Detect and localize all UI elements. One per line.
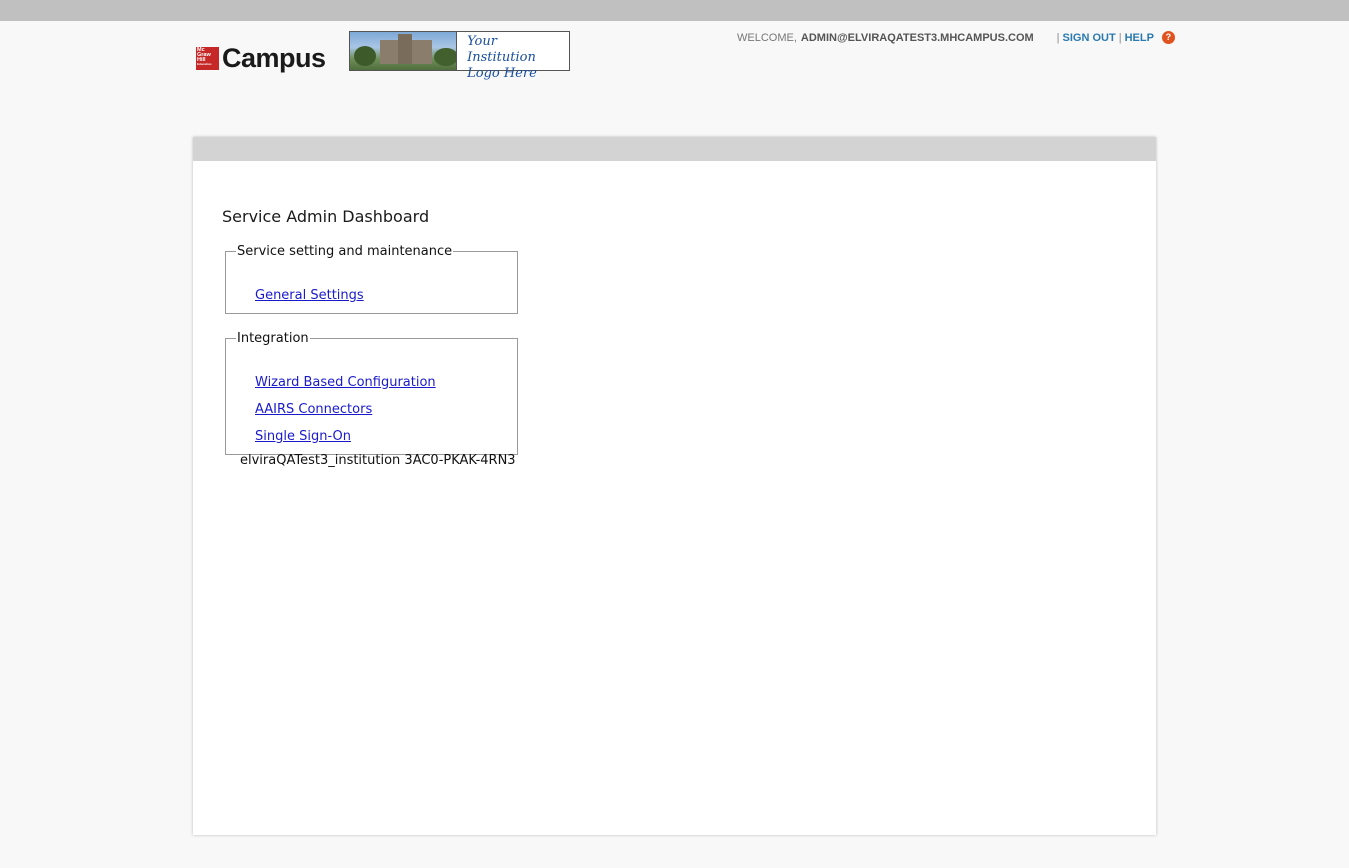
list-item: AAIRS Connectors (255, 398, 372, 417)
mcgraw-hill-logo-mark: Mc Graw Hill Education (196, 46, 219, 70)
nav-separator: | (1118, 31, 1122, 44)
institution-id-text: elviraQATest3_institution 3AC0-PKAK-4RN3 (240, 453, 516, 468)
group-legend: Service setting and maintenance (237, 244, 453, 259)
help-link[interactable]: HELP (1125, 32, 1154, 44)
list-item: Wizard Based Configuration (255, 371, 436, 390)
welcome-label: WELCOME, (737, 31, 797, 44)
content-toolbar-bar (193, 137, 1156, 161)
institution-logo: Your Institution Logo Here (349, 31, 570, 81)
brand-line: Education (197, 62, 212, 67)
campus-wordmark: Campus (222, 43, 326, 73)
page-title: Service Admin Dashboard (222, 207, 430, 226)
list-item: Single Sign-On (255, 425, 351, 444)
user-nav: WELCOME, ADMIN@ELVIRAQATEST3.MHCAMPUS.CO… (737, 31, 1175, 44)
welcome-user: ADMIN@ELVIRAQATEST3.MHCAMPUS.COM (800, 31, 1034, 44)
general-settings-link[interactable]: General Settings (255, 288, 364, 303)
service-settings-group: Service setting and maintenance General … (225, 244, 518, 314)
campus-building-image (350, 32, 458, 70)
integration-group: Integration Wizard Based Configuration A… (225, 331, 518, 455)
nav-separator: | (1056, 31, 1060, 44)
institution-logo-line: Your Institution (467, 34, 536, 65)
content-panel: Service Admin Dashboard Service setting … (193, 137, 1156, 835)
group-legend: Integration (237, 331, 309, 346)
wizard-configuration-link[interactable]: Wizard Based Configuration (255, 375, 436, 390)
single-sign-on-link[interactable]: Single Sign-On (255, 429, 351, 444)
mhcampus-logo[interactable]: Mc Graw Hill Education Campus (196, 43, 326, 73)
top-bar (0, 0, 1349, 21)
institution-logo-line: Logo Here (467, 66, 537, 81)
aairs-connectors-link[interactable]: AAIRS Connectors (255, 402, 372, 417)
help-icon[interactable]: ? (1161, 31, 1175, 44)
list-item: General Settings (255, 284, 364, 303)
institution-logo-placeholder-text: Your Institution Logo Here (457, 32, 569, 81)
sign-out-link[interactable]: SIGN OUT (1063, 32, 1116, 44)
